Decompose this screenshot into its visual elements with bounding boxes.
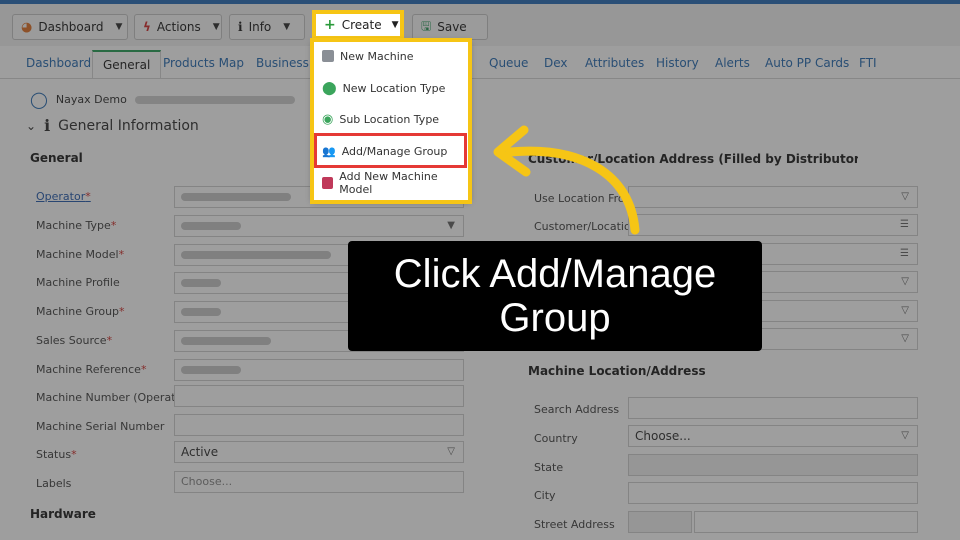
create-button-label: Create — [341, 18, 382, 32]
plus-icon: + — [324, 17, 336, 33]
instruction-callout: Click Add/Manage Group — [348, 241, 762, 351]
arrow-shaft — [505, 146, 640, 235]
callout-line-2: Group — [499, 296, 611, 340]
chevron-down-icon: ▼ — [391, 20, 399, 30]
create-button[interactable]: + Create ▼ — [312, 10, 404, 40]
dropdown-highlight-frame — [310, 38, 472, 204]
curved-arrow-icon — [493, 125, 640, 235]
add-manage-group-target-box — [314, 133, 467, 168]
callout-line-1: Click Add/Manage — [393, 252, 717, 296]
